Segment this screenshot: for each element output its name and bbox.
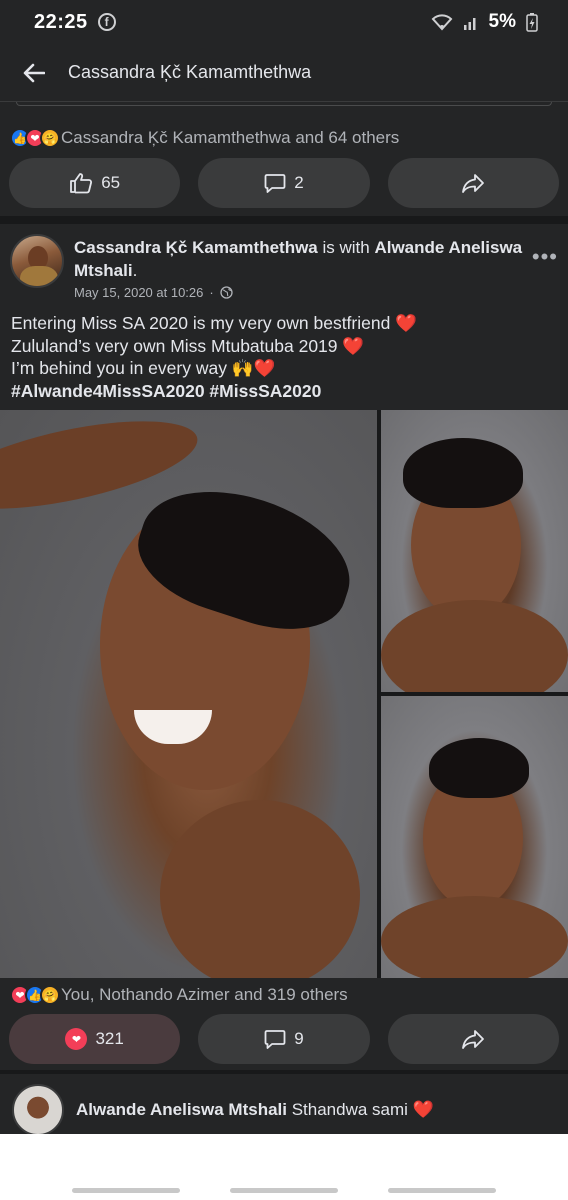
timestamp-text: May 15, 2020 at 10:26 [74, 285, 204, 300]
share-button[interactable] [387, 158, 559, 208]
photo-top-right[interactable] [381, 410, 568, 692]
shared-content-edge [16, 102, 552, 106]
photo-collage [0, 410, 568, 978]
post-timestamp[interactable]: May 15, 2020 at 10:26 · [74, 285, 524, 300]
reaction-icons: ❤ 👍 🤗 [10, 985, 60, 1005]
top-bar: Cassandra Ķč Kamamthethwa [0, 44, 568, 102]
post-actions-main: ❤ 321 9 [9, 1014, 559, 1064]
heart-icon: ❤️ [395, 313, 417, 333]
post-line-2: Zululand’s very own Miss Mtubatuba 2019 … [11, 335, 365, 356]
comment-icon [264, 174, 286, 193]
page-title: Cassandra Ķč Kamamthethwa [68, 62, 312, 82]
post-text: Entering Miss SA 2020 is my very own bes… [11, 312, 557, 402]
author-name[interactable]: Cassandra Ķč Kamamthethwa [74, 238, 318, 257]
author-line: Cassandra Ķč Kamamthethwa is with Alwand… [74, 238, 523, 280]
love-count: 321 [95, 1029, 124, 1048]
back-button[interactable] [20, 59, 48, 87]
share-button[interactable] [387, 1014, 559, 1064]
post-reactions-text: You, Nothando Azimer and 319 others [61, 985, 348, 1004]
more-options-icon[interactable]: ••• [532, 244, 558, 270]
system-nav-bar [0, 1134, 568, 1200]
thumbs-up-icon [70, 173, 93, 194]
photo-main[interactable] [0, 410, 377, 978]
comment-body: Sthandwa sami [286, 1100, 413, 1119]
heart-icon: ❤️ [412, 1100, 434, 1119]
heart-icon: ❤️ [253, 358, 276, 378]
facebook-notification-icon: f [97, 13, 116, 31]
post-line-3: I’m behind you in every way 🙌❤️ [11, 358, 276, 378]
nav-home-button[interactable] [230, 1188, 338, 1193]
heart-icon: ❤️ [342, 335, 365, 356]
like-count: 65 [101, 173, 121, 192]
commenter-name[interactable]: Alwande Aneliswa Mtshali [76, 1100, 287, 1119]
post-actions: 65 2 [9, 158, 559, 208]
back-arrow-icon [23, 63, 45, 82]
post-meta: Cassandra Ķč Kamamthethwa is with Alwand… [74, 236, 524, 300]
comment-text: Alwande Aneliswa Mtshali Sthandwa sami ❤… [76, 1100, 434, 1120]
author-avatar[interactable] [10, 234, 64, 288]
reactions-text: Cassandra Ķč Kamamthethwa and 64 others [61, 128, 400, 147]
post-reactions-summary[interactable]: ❤ 👍 🤗 You, Nothando Azimer and 319 other… [10, 985, 348, 1005]
care-reaction-icon: 🤗 [40, 128, 60, 148]
commenter-avatar[interactable] [12, 1084, 64, 1136]
comment-button[interactable]: 2 [198, 158, 370, 208]
comment-icon [264, 1030, 286, 1049]
share-icon [462, 1030, 485, 1049]
care-reaction-icon: 🤗 [40, 985, 60, 1005]
comment-count: 2 [294, 173, 304, 192]
comment-count: 9 [294, 1029, 304, 1048]
nav-recent-button[interactable] [72, 1188, 180, 1193]
post-separator [0, 216, 568, 224]
photo-bottom-right[interactable] [381, 696, 568, 978]
comment-preview[interactable]: Alwande Aneliswa Mtshali Sthandwa sami ❤… [0, 1074, 568, 1136]
signal-icon [463, 18, 476, 30]
like-button[interactable]: 65 [9, 158, 181, 208]
reaction-icons: 👍 ❤ 🤗 [10, 128, 60, 148]
timestamp-dot: · [209, 285, 214, 300]
nav-back-button[interactable] [388, 1188, 496, 1193]
comment-button[interactable]: 9 [198, 1014, 370, 1064]
wifi-icon [431, 14, 452, 31]
love-button[interactable]: ❤ 321 [9, 1014, 181, 1064]
with-text: is with [317, 238, 375, 257]
status-bar: 22:25 f 5% [0, 0, 568, 44]
post-header: Cassandra Ķč Kamamthethwa is with Alwand… [10, 232, 558, 302]
globe-icon [220, 286, 233, 299]
post-hashtags[interactable]: #Alwande4MissSA2020 #MissSA2020 [11, 380, 557, 403]
reactions-summary[interactable]: 👍 ❤ 🤗 Cassandra Ķč Kamamthethwa and 64 o… [10, 128, 399, 148]
battery-percent: 5% [488, 11, 516, 32]
love-reaction-icon: ❤ [65, 1028, 88, 1050]
clock: 22:25 [34, 10, 88, 33]
battery-charging-icon [526, 13, 538, 32]
post-line-1: Entering Miss SA 2020 is my very own bes… [11, 313, 417, 333]
share-icon [462, 174, 485, 193]
